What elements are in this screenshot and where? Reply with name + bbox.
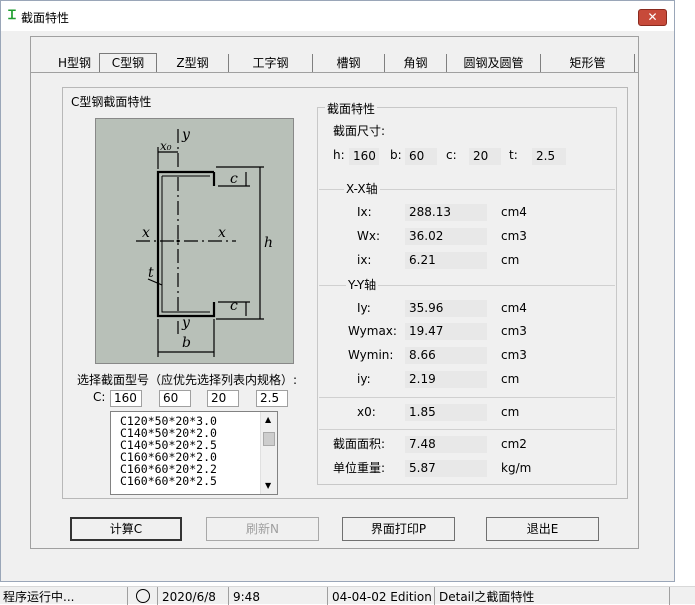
input-h[interactable]: 160	[110, 390, 142, 407]
area-unit: cm2	[501, 437, 527, 451]
x0-unit: cm	[501, 405, 520, 419]
refresh-button[interactable]: 刷新N	[206, 517, 319, 541]
status-date: 2020/6/8	[159, 587, 229, 605]
x0-label: x0:	[357, 405, 376, 419]
x0-divider	[319, 397, 615, 398]
area-label: 截面面积:	[333, 437, 386, 451]
diagram-label-h: h	[264, 235, 273, 251]
exit-button[interactable]: 退出E	[486, 517, 599, 541]
background-window-strip	[675, 0, 695, 604]
clock-icon	[134, 587, 158, 605]
dim-h-value: 160	[349, 148, 379, 165]
ixr-unit: cm	[501, 253, 520, 267]
weight-value: 5.87	[405, 460, 487, 477]
wx-unit: cm3	[501, 229, 527, 243]
diagram-label-c-bottom: c	[230, 298, 238, 314]
diagram-label-x-left: x	[142, 225, 150, 241]
wymax-value: 19.47	[405, 323, 487, 340]
diagram-label-c-top: c	[230, 171, 238, 187]
close-button[interactable]: ✕	[638, 9, 667, 26]
dim-c-value: 20	[469, 148, 501, 165]
tab-h-steel[interactable]: H型钢	[49, 54, 101, 72]
status-module: Detail之截面特性	[436, 587, 670, 605]
diagram-label-y-top: y	[181, 127, 191, 143]
diagram-label-x-right: x	[218, 225, 226, 241]
yy-axis-title: Y-Y轴	[346, 276, 379, 293]
print-button[interactable]: 界面打印P	[342, 517, 455, 541]
section-list[interactable]: C120*50*20*3.0 C140*50*20*2.0 C140*50*20…	[110, 411, 278, 495]
dim-h-label: h:	[333, 148, 345, 162]
dim-b-value: 60	[405, 148, 437, 165]
app-icon: Ɪ	[8, 8, 16, 23]
tab-rect-tube[interactable]: 矩形管	[541, 54, 635, 72]
tab-channel[interactable]: 槽钢	[313, 54, 385, 72]
wx-value: 36.02	[405, 228, 487, 245]
tab-underline	[30, 72, 639, 73]
status-bar: 程序运行中... 2020/6/8 9:48 04-04-02 Edition …	[0, 586, 695, 605]
status-time: 9:48	[230, 587, 328, 605]
iy-label: Iy:	[357, 301, 371, 315]
list-item[interactable]: C160*60*20*2.5	[111, 475, 277, 487]
weight-unit: kg/m	[501, 461, 532, 475]
diagram-label-b: b	[182, 335, 191, 351]
scroll-down-icon[interactable]: ▼	[265, 481, 271, 490]
wymax-label: Wymax:	[348, 324, 397, 338]
c-section-svg: y x₀ c x x h t c y b	[136, 127, 273, 357]
tab-z-steel[interactable]: Z型钢	[157, 54, 229, 72]
c-prefix-label: C:	[93, 390, 106, 404]
dim-b-label: b:	[390, 148, 402, 162]
tab-round-tube[interactable]: 圆钢及圆管	[447, 54, 541, 72]
wx-label: Wx:	[357, 229, 381, 243]
input-c[interactable]: 20	[207, 390, 239, 407]
ix-unit: cm4	[501, 205, 527, 219]
calc-button[interactable]: 计算C	[70, 517, 182, 541]
iy-unit: cm4	[501, 301, 527, 315]
input-t[interactable]: 2.5	[256, 390, 288, 407]
left-group-title: C型钢截面特性	[69, 93, 154, 110]
iy-value: 35.96	[405, 300, 487, 317]
ixr-label: ix:	[357, 253, 372, 267]
diagram-label-t: t	[148, 265, 154, 281]
scroll-thumb[interactable]	[263, 432, 275, 446]
tab-c-steel[interactable]: C型钢	[99, 53, 157, 73]
diagram-label-x0: x₀	[160, 139, 172, 153]
wymin-label: Wymin:	[348, 348, 394, 362]
status-running: 程序运行中...	[0, 587, 128, 605]
select-section-label: 选择截面型号（应优先选择列表内规格）:	[77, 373, 298, 387]
diagram-label-y-bottom: y	[181, 315, 191, 331]
status-edition: 04-04-02 Edition	[329, 587, 435, 605]
weight-label: 单位重量:	[333, 461, 386, 475]
wymin-unit: cm3	[501, 348, 527, 362]
tab-angle[interactable]: 角钢	[385, 54, 447, 72]
area-divider	[319, 429, 615, 430]
iyr-value: 2.19	[405, 371, 487, 388]
input-b[interactable]: 60	[159, 390, 191, 407]
tab-i-beam[interactable]: 工字钢	[229, 54, 313, 72]
ix-value: 288.13	[405, 204, 487, 221]
dim-t-value: 2.5	[532, 148, 566, 165]
ix-label: Ix:	[357, 205, 372, 219]
scroll-up-icon[interactable]: ▲	[265, 415, 271, 424]
iyr-unit: cm	[501, 372, 520, 386]
wymax-unit: cm3	[501, 324, 527, 338]
size-title: 截面尺寸:	[333, 124, 386, 138]
app-window: Ɪ 截面特性 ✕ H型钢 C型钢 Z型钢 工字钢 槽钢 角钢 圆钢及圆管 矩形管…	[0, 0, 675, 582]
right-group-title: 截面特性	[325, 100, 378, 117]
wymin-value: 8.66	[405, 347, 487, 364]
list-scrollbar[interactable]: ▲ ▼	[260, 412, 277, 494]
dim-t-label: t:	[509, 148, 518, 162]
title-bar: Ɪ 截面特性 ✕	[1, 1, 674, 31]
window-title: 截面特性	[21, 11, 70, 25]
iyr-label: iy:	[357, 372, 371, 386]
dim-c-label: c:	[446, 148, 457, 162]
area-value: 7.48	[405, 436, 487, 453]
ixr-value: 6.21	[405, 252, 487, 269]
xx-axis-title: X-X轴	[344, 180, 380, 197]
x0-value: 1.85	[405, 404, 487, 421]
tab-bar: H型钢 C型钢 Z型钢 工字钢 槽钢 角钢 圆钢及圆管 矩形管	[30, 53, 639, 73]
c-section-diagram: y x₀ c x x h t c y b	[95, 118, 294, 364]
